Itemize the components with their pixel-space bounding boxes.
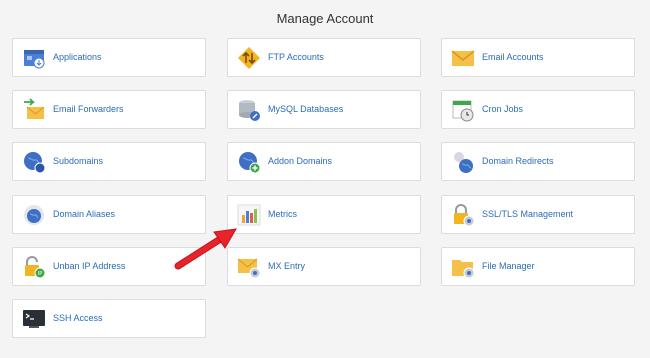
email-forwarders-icon bbox=[22, 98, 46, 122]
cron-jobs-icon bbox=[451, 98, 475, 122]
tile-label: Email Forwarders bbox=[53, 104, 124, 114]
tile-mx-entry[interactable]: MX Entry bbox=[227, 247, 421, 286]
page-title: Manage Account bbox=[276, 11, 374, 26]
domain-aliases-icon bbox=[22, 203, 46, 227]
tile-label: Addon Domains bbox=[268, 156, 333, 166]
tile-label: SSH Access bbox=[53, 313, 103, 323]
email-accounts-icon bbox=[451, 46, 475, 70]
ftp-accounts-icon bbox=[237, 46, 261, 70]
tile-label: Subdomains bbox=[53, 156, 104, 166]
ssl-tls-management-icon bbox=[451, 203, 475, 227]
tile-cron-jobs[interactable]: Cron Jobs bbox=[441, 90, 635, 129]
tile-label: Applications bbox=[53, 52, 102, 62]
annotation-arrow bbox=[174, 228, 237, 270]
tile-file-manager[interactable]: File Manager bbox=[441, 247, 635, 286]
tile-email-accounts[interactable]: Email Accounts bbox=[441, 38, 635, 77]
applications-icon bbox=[22, 46, 46, 70]
tile-domain-redirects[interactable]: Domain Redirects bbox=[441, 142, 635, 181]
tile-label: Domain Aliases bbox=[53, 209, 116, 219]
tile-label: Unban IP Address bbox=[53, 261, 126, 271]
unban-ip-address-icon: IP bbox=[22, 255, 46, 279]
tile-ssh-access[interactable]: SSH Access bbox=[12, 299, 206, 338]
subdomains-icon bbox=[22, 150, 46, 174]
mx-entry-icon bbox=[237, 255, 261, 279]
tile-addon-domains[interactable]: Addon Domains bbox=[227, 142, 421, 181]
tile-email-forwarders[interactable]: Email Forwarders bbox=[12, 90, 206, 129]
tile-label: MX Entry bbox=[268, 261, 306, 271]
tile-mysql-databases[interactable]: MySQL Databases bbox=[227, 90, 421, 129]
domain-redirects-icon bbox=[451, 150, 475, 174]
metrics-icon bbox=[237, 203, 261, 227]
tile-label: Email Accounts bbox=[482, 52, 544, 62]
tile-applications[interactable]: Applications bbox=[12, 38, 206, 77]
mysql-databases-icon bbox=[237, 98, 261, 122]
tile-label: SSL/TLS Management bbox=[482, 209, 574, 219]
tile-label: File Manager bbox=[482, 261, 535, 271]
tile-subdomains[interactable]: Subdomains bbox=[12, 142, 206, 181]
file-manager-icon bbox=[451, 255, 475, 279]
addon-domains-icon bbox=[237, 150, 261, 174]
tile-ftp-accounts[interactable]: FTP Accounts bbox=[227, 38, 421, 77]
ssh-access-icon bbox=[22, 307, 46, 331]
tile-label: Domain Redirects bbox=[482, 156, 554, 166]
tile-label: Metrics bbox=[268, 209, 297, 219]
tile-label: FTP Accounts bbox=[268, 52, 324, 62]
svg-text:IP: IP bbox=[38, 271, 43, 277]
tile-ssl-tls-management[interactable]: SSL/TLS Management bbox=[441, 195, 635, 234]
tile-metrics[interactable]: Metrics bbox=[227, 195, 421, 234]
tile-label: Cron Jobs bbox=[482, 104, 524, 114]
tile-label: MySQL Databases bbox=[268, 104, 344, 114]
